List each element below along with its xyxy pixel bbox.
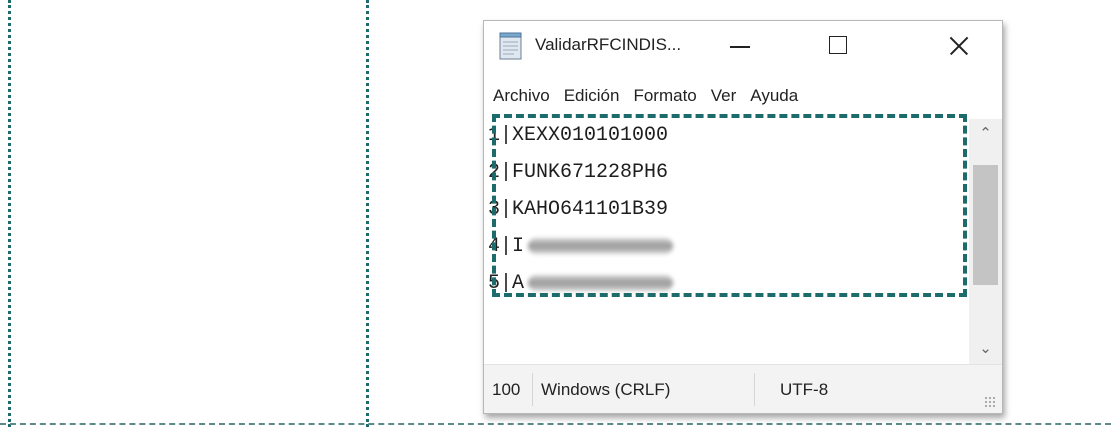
scroll-thumb[interactable] [973, 165, 998, 285]
menu-ayuda[interactable]: Ayuda [742, 86, 804, 106]
vertical-scrollbar[interactable]: ⌃ ⌄ [969, 119, 1002, 364]
status-divider [754, 373, 755, 406]
left-guide-line [8, 0, 11, 427]
maximize-button[interactable] [814, 27, 864, 65]
menu-ver[interactable]: Ver [703, 86, 743, 106]
menu-archivo[interactable]: Archivo [484, 86, 556, 106]
line-ending-indicator: Windows (CRLF) [541, 380, 671, 399]
title-bar[interactable]: ValidarRFCINDIS... [484, 21, 1002, 73]
notepad-window: ValidarRFCINDIS... Archivo Edición Forma… [483, 20, 1003, 414]
scroll-up-icon[interactable]: ⌃ [969, 119, 1002, 149]
menu-edicion[interactable]: Edición [556, 86, 626, 106]
encoding-indicator: UTF-8 [780, 380, 829, 399]
menu-bar: Archivo Edición Formato Ver Ayuda [484, 73, 1002, 119]
highlight-annotation-box [492, 114, 967, 297]
zoom-level: 100 [492, 380, 521, 399]
status-bar: 100 Windows (CRLF) UTF-8 [484, 364, 1002, 413]
scroll-down-icon[interactable]: ⌄ [969, 334, 1002, 364]
middle-guide-line [366, 0, 369, 427]
close-button[interactable] [929, 27, 987, 65]
resize-grip-icon[interactable] [984, 396, 996, 408]
bottom-guide-line [0, 423, 1111, 425]
notepad-icon [499, 32, 522, 60]
status-divider [532, 373, 533, 406]
minimize-button[interactable] [716, 27, 766, 65]
window-title: ValidarRFCINDIS... [535, 35, 682, 54]
menu-formato[interactable]: Formato [625, 86, 702, 106]
